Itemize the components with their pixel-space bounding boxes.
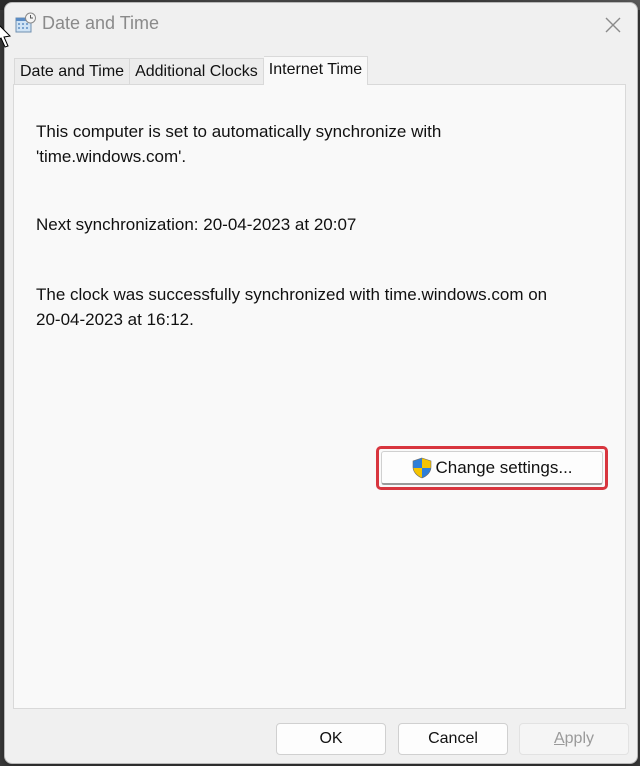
sync-server-text: This computer is set to automatically sy…: [36, 119, 441, 169]
cancel-button[interactable]: Cancel: [398, 723, 508, 755]
internet-time-panel: This computer is set to automatically sy…: [13, 84, 626, 709]
tab-internet-time[interactable]: Internet Time: [263, 56, 369, 85]
sync-server-line-2: 'time.windows.com'.: [36, 147, 187, 166]
close-icon: [605, 17, 621, 33]
tab-date-and-time[interactable]: Date and Time: [14, 58, 131, 85]
title-bar[interactable]: Date and Time: [5, 3, 637, 47]
last-sync-text: The clock was successfully synchronized …: [36, 282, 547, 332]
apply-button[interactable]: Apply: [519, 723, 629, 755]
apply-accelerator: A: [553, 730, 565, 747]
window-title: Date and Time: [42, 13, 160, 33]
apply-label: pply: [564, 730, 595, 747]
calendar-clock-icon: [15, 12, 37, 34]
tab-strip: Date and Time Additional Clocks Internet…: [14, 56, 369, 85]
last-sync-line-1: The clock was successfully synchronized …: [36, 285, 548, 304]
sync-server-line-1: This computer is set to automatically sy…: [36, 122, 442, 141]
last-sync-line-2: 20-04-2023 at 16:12.: [36, 310, 194, 329]
change-settings-label: Change settings...: [435, 457, 573, 477]
next-sync-text: Next synchronization: 20-04-2023 at 20:0…: [36, 215, 357, 234]
tab-additional-clocks[interactable]: Additional Clocks: [130, 58, 264, 85]
uac-shield-icon: [413, 457, 432, 478]
mouse-cursor-icon: [0, 25, 12, 48]
date-time-dialog: Date and Time Date and Time Additional C…: [4, 2, 638, 764]
change-settings-button[interactable]: Change settings...: [381, 451, 603, 485]
close-button[interactable]: [595, 7, 631, 43]
ok-button[interactable]: OK: [276, 723, 386, 755]
